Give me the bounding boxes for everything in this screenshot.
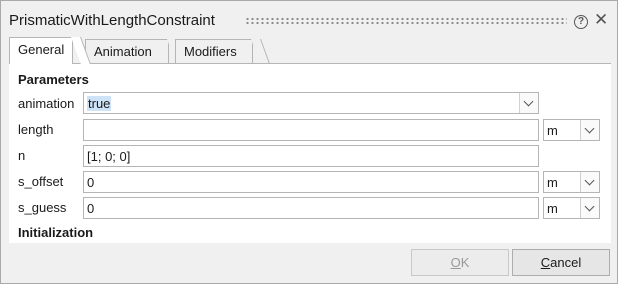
close-icon[interactable]: ✕ xyxy=(594,11,608,28)
animation-label: animation xyxy=(18,96,75,111)
s-guess-label: s_guess xyxy=(18,200,67,215)
help-icon[interactable]: ? xyxy=(574,15,588,29)
title-bar[interactable]: PrismaticWithLengthConstraint ? ✕ xyxy=(1,1,617,37)
tab-bar: General Animation Modifiers xyxy=(9,37,609,64)
n-label: n xyxy=(18,148,26,163)
length-label: length xyxy=(18,122,54,137)
length-unit-value: m xyxy=(547,123,558,138)
s-guess-unit-select[interactable]: m xyxy=(543,197,600,219)
drag-grip[interactable] xyxy=(245,17,567,25)
tab-general[interactable]: General xyxy=(9,37,91,64)
dialog-window: PrismaticWithLengthConstraint ? ✕ Genera… xyxy=(0,0,618,284)
cancel-button[interactable]: Cancel xyxy=(512,249,610,276)
cancel-label: ancel xyxy=(550,255,582,270)
ok-label: K xyxy=(460,255,470,270)
section-initialization: Initialization xyxy=(18,225,94,240)
s-offset-field[interactable]: 0 xyxy=(83,171,539,193)
ok-button[interactable]: OK xyxy=(411,249,509,276)
s-offset-unit-value: m xyxy=(547,175,558,190)
ok-hotkey: O xyxy=(450,255,461,270)
window-title: PrismaticWithLengthConstraint xyxy=(9,12,215,29)
tab-modifiers[interactable]: Modifiers xyxy=(175,39,270,63)
animation-value: true xyxy=(87,96,112,111)
chevron-down-icon[interactable] xyxy=(519,93,538,113)
tab-general-label: General xyxy=(18,42,65,57)
n-field[interactable]: [1; 0; 0] xyxy=(83,145,539,167)
chevron-down-icon[interactable] xyxy=(580,172,599,192)
tab-animation-label: Animation xyxy=(94,44,152,59)
chevron-down-icon[interactable] xyxy=(580,120,599,140)
cancel-hotkey: C xyxy=(540,255,551,270)
section-parameters: Parameters xyxy=(18,72,89,87)
s-offset-label: s_offset xyxy=(18,174,64,189)
s-guess-field[interactable]: 0 xyxy=(83,197,539,219)
tab-modifiers-label: Modifiers xyxy=(184,44,237,59)
tab-animation[interactable]: Animation xyxy=(85,39,186,63)
general-panel: Parameters animation true length m n [1;… xyxy=(9,63,611,243)
animation-combo[interactable]: true xyxy=(83,92,539,114)
length-field[interactable] xyxy=(83,119,539,141)
s-offset-unit-select[interactable]: m xyxy=(543,171,600,193)
s-guess-unit-value: m xyxy=(547,201,558,216)
chevron-down-icon[interactable] xyxy=(580,198,599,218)
length-unit-select[interactable]: m xyxy=(543,119,600,141)
